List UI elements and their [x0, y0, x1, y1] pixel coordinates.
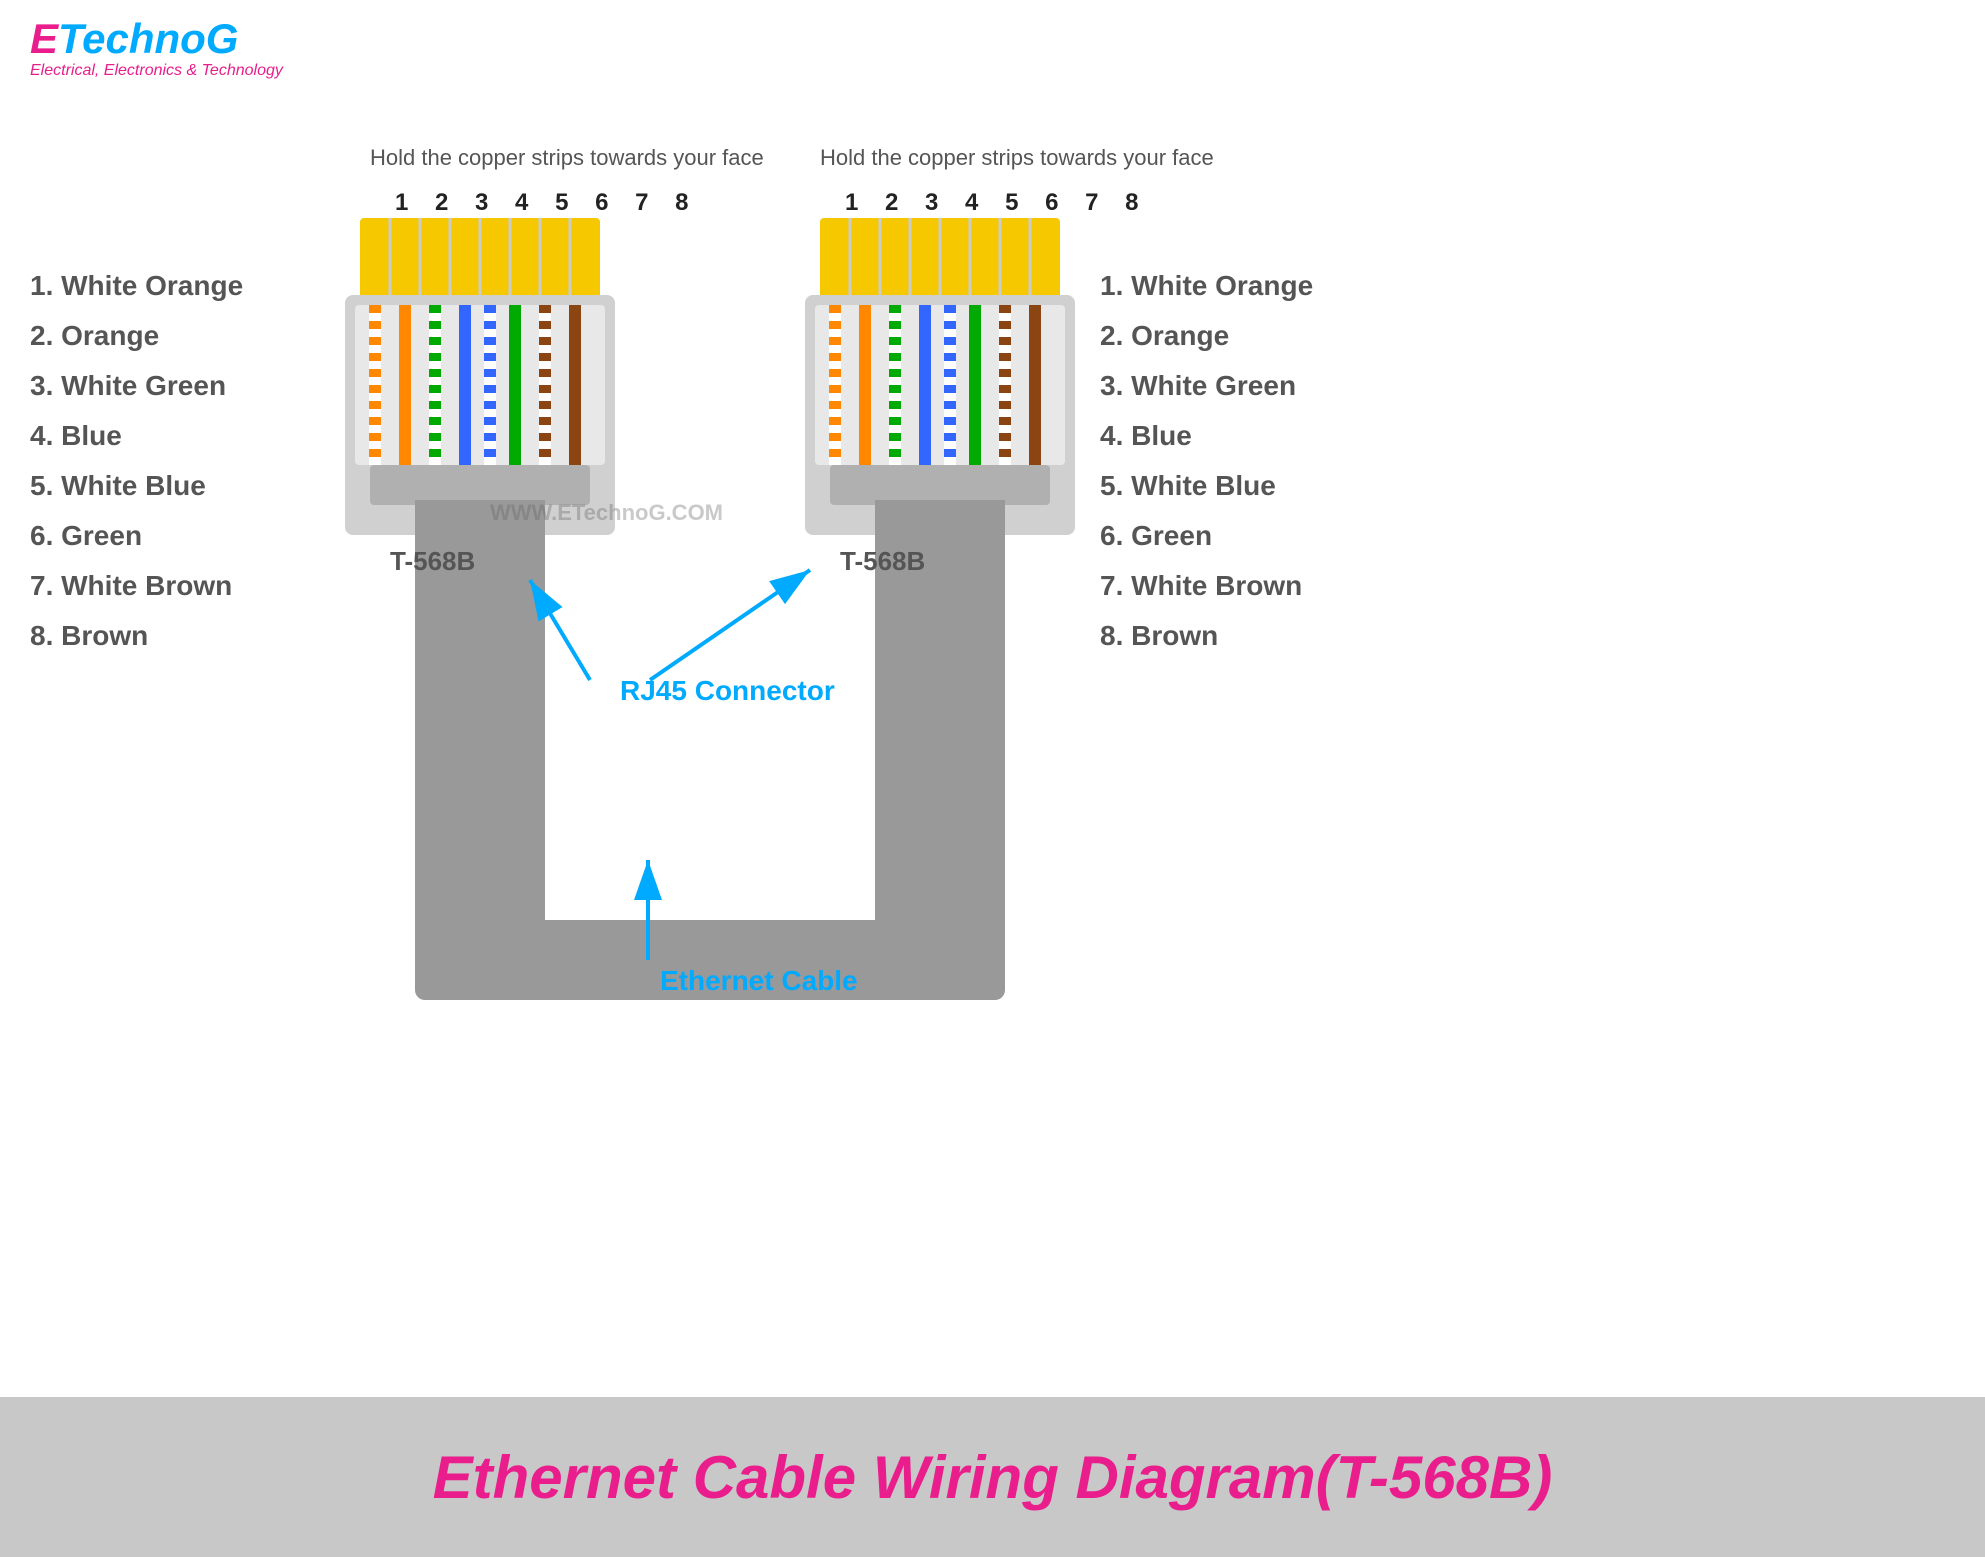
main-diagram: Hold the copper strips towards your face… [0, 0, 1985, 1400]
ethernet-label: Ethernet Cable [660, 965, 858, 996]
right-pin-numbers: 1 2 3 4 5 6 7 8 [845, 189, 1148, 216]
left-wire-5: 5. White Blue [30, 470, 206, 501]
left-wire-8: 8. Brown [30, 620, 148, 651]
footer-banner: Ethernet Cable Wiring Diagram(T-568B) [0, 1397, 1985, 1557]
logo-technog: TechnoG [58, 15, 238, 62]
right-instruction: Hold the copper strips towards your face [820, 145, 1214, 170]
left-wire-2: 2. Orange [30, 320, 159, 351]
logo-e: E [30, 15, 58, 62]
logo-text: ETechnoG [30, 18, 283, 60]
right-connector-body [805, 295, 1075, 535]
right-connector-tab [830, 465, 1050, 505]
watermark: WWW.ETechnoG.COM [490, 500, 723, 525]
right-connector-inner [815, 305, 1065, 465]
left-wire-4: 4. Blue [30, 420, 122, 451]
right-wire-3: 3. White Green [1100, 370, 1296, 401]
left-wire-6: 6. Green [30, 520, 142, 551]
right-contacts-bg [820, 218, 1060, 298]
left-connector-inner [355, 305, 605, 465]
right-wire-4: 4. Blue [1100, 420, 1192, 451]
right-t568b-label: T-568B [840, 546, 925, 576]
right-arrow [650, 570, 810, 680]
right-wire-7: 7. White Brown [1100, 570, 1302, 601]
left-t568b-label: T-568B [390, 546, 475, 576]
left-connector-tab [370, 465, 590, 505]
left-instruction: Hold the copper strips towards your face [370, 145, 764, 170]
right-cable-body [875, 500, 1005, 780]
right-wire-1: 1. White Orange [1100, 270, 1313, 301]
left-contacts-bg [360, 218, 600, 298]
footer-title: Ethernet Cable Wiring Diagram(T-568B) [433, 1443, 1553, 1512]
left-wire-7: 7. White Brown [30, 570, 232, 601]
left-connector-body [345, 295, 615, 535]
left-wire-1: 1. White Orange [30, 270, 243, 301]
right-wire-8: 8. Brown [1100, 620, 1218, 651]
right-wire-5: 5. White Blue [1100, 470, 1276, 501]
header: ETechnoG Electrical, Electronics & Techn… [0, 0, 1985, 90]
left-arrow [530, 580, 590, 680]
left-wire-3: 3. White Green [30, 370, 226, 401]
bottom-cable [415, 920, 1005, 1000]
left-cable-body [415, 500, 545, 780]
right-wire-2: 2. Orange [1100, 320, 1229, 351]
logo: ETechnoG Electrical, Electronics & Techn… [30, 18, 283, 80]
right-wire-6: 6. Green [1100, 520, 1212, 551]
left-pin-numbers: 1 2 3 4 5 6 7 8 [395, 189, 698, 216]
rj45-label: RJ45 Connector [620, 675, 835, 706]
logo-subtitle: Electrical, Electronics & Technology [30, 62, 283, 80]
